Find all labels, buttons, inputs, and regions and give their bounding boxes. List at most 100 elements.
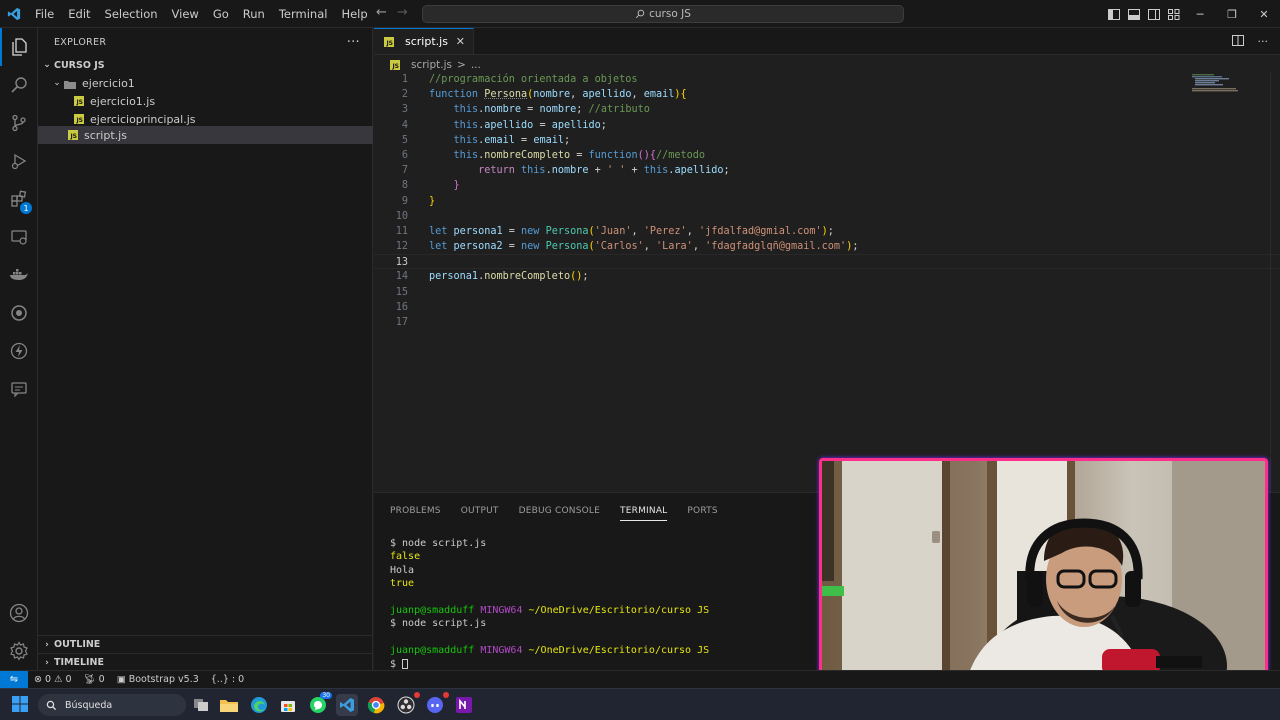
discord-badge-dot — [443, 692, 449, 698]
file-row-ejercicio1-js[interactable]: JS ejercicio1.js — [38, 92, 373, 110]
line-number: 12 — [395, 241, 408, 253]
navigation-arrows: ← → — [376, 5, 408, 20]
code-editor[interactable]: 1 //programación orientada a objetos 2 fun… — [374, 72, 1280, 330]
ports-status[interactable]: 📡︎ 0 — [78, 674, 111, 685]
code-line: this.nombreCompleto = function(){//metod… — [453, 149, 706, 161]
ports-count: 0 — [98, 674, 105, 685]
error-icon: ⊗ — [34, 674, 42, 685]
tab-output[interactable]: OUTPUT — [461, 506, 499, 516]
tab-terminal[interactable]: TERMINAL — [620, 506, 668, 521]
file-explorer-icon[interactable] — [218, 694, 240, 716]
windows-start-icon[interactable] — [12, 696, 28, 715]
timeline-section[interactable]: › TIMELINE — [38, 653, 373, 671]
customize-layout-icon[interactable] — [1164, 0, 1184, 28]
whatsapp-icon[interactable]: 30 — [307, 692, 332, 716]
onenote-icon[interactable] — [453, 694, 475, 716]
selection-status[interactable]: {..} : 0 — [205, 674, 250, 685]
bootstrap-status[interactable]: ▣ Bootstrap v5.3 — [111, 674, 205, 685]
menu-selection[interactable]: Selection — [98, 7, 165, 21]
search-sidebar-icon[interactable] — [0, 66, 38, 104]
extensions-icon[interactable]: 1 — [0, 180, 38, 218]
terminal-command: $ node script.js — [390, 538, 487, 549]
menu-file[interactable]: File — [28, 7, 61, 21]
menu-terminal[interactable]: Terminal — [272, 7, 335, 21]
edge-browser-icon[interactable] — [248, 694, 270, 716]
terminal-output[interactable]: $ node script.js false Hola true juanp@s… — [390, 537, 709, 671]
tab-debug-console[interactable]: DEBUG CONSOLE — [519, 506, 600, 516]
tab-problems[interactable]: PROBLEMS — [390, 506, 441, 516]
vscode-logo-icon — [0, 0, 28, 28]
menu-help[interactable]: Help — [334, 7, 374, 21]
thunder-client-icon[interactable] — [0, 332, 38, 370]
menu-edit[interactable]: Edit — [61, 7, 97, 21]
tab-ports[interactable]: PORTS — [687, 506, 717, 516]
workspace-root-row[interactable]: ⌄ CURSO JS — [38, 56, 373, 74]
line-number: 11 — [395, 225, 408, 237]
menu-go[interactable]: Go — [206, 7, 236, 21]
js-file-icon: JS — [384, 36, 394, 47]
breadcrumb-separator: > — [457, 59, 466, 71]
more-actions-icon[interactable]: ··· — [1258, 35, 1269, 49]
menu-run[interactable]: Run — [236, 7, 272, 21]
tab-label: script.js — [405, 35, 448, 48]
breadcrumb-file[interactable]: script.js — [411, 59, 452, 71]
line-number: 6 — [401, 149, 408, 161]
close-tab-icon[interactable]: ✕ — [456, 35, 465, 48]
folder-row-ejercicio1[interactable]: ⌄ ejercicio1 — [38, 74, 373, 92]
gitlens-icon[interactable] — [0, 294, 38, 332]
editor-scrollbar[interactable] — [1270, 72, 1280, 492]
back-arrow-icon[interactable]: ← — [376, 5, 387, 20]
run-debug-icon[interactable] — [0, 142, 38, 180]
code-line: this.nombre = nombre; //atributo — [453, 104, 650, 116]
toggle-panel-icon[interactable] — [1124, 0, 1144, 28]
source-control-icon[interactable] — [0, 104, 38, 142]
close-window-button[interactable]: ✕ — [1248, 0, 1280, 28]
file-row-script-js[interactable]: JS script.js — [38, 126, 373, 144]
line-number: 15 — [395, 286, 408, 298]
microsoft-store-icon[interactable] — [277, 694, 299, 716]
line-number: 3 — [401, 104, 408, 116]
terminal-shell: MINGW64 — [480, 645, 523, 657]
folder-label: ejercicio1 — [82, 76, 135, 90]
timeline-label: TIMELINE — [54, 657, 104, 668]
toggle-secondary-sidebar-icon[interactable] — [1144, 0, 1164, 28]
js-file-icon: JS — [74, 114, 84, 124]
chrome-icon[interactable] — [365, 694, 387, 716]
menu-view[interactable]: View — [165, 7, 206, 21]
terminal-path: ~/OneDrive/Escritorio/curso JS — [528, 604, 710, 616]
terminal-cursor — [402, 658, 409, 669]
outline-section[interactable]: › OUTLINE — [38, 635, 373, 653]
line-number: 14 — [395, 271, 408, 283]
minimap[interactable] — [1192, 74, 1240, 94]
command-center-search[interactable]: curso JS — [422, 5, 904, 23]
explorer-title: EXPLORER — [54, 36, 107, 48]
terminal-user: juanp@smadduff — [390, 604, 475, 616]
accounts-icon[interactable] — [0, 594, 38, 632]
obs-badge-dot — [414, 692, 420, 698]
live-share-icon[interactable] — [0, 370, 38, 408]
terminal-input-line[interactable]: $ — [390, 658, 709, 671]
toggle-sidebar-icon[interactable] — [1104, 0, 1124, 28]
breadcrumb-symbol[interactable]: ... — [471, 59, 481, 71]
obs-icon[interactable] — [395, 692, 420, 716]
explorer-more-actions-icon[interactable]: ··· — [347, 35, 360, 50]
explorer-icon[interactable] — [0, 28, 38, 66]
minimize-button[interactable]: ─ — [1184, 0, 1216, 28]
manage-gear-icon[interactable] — [0, 632, 38, 670]
task-view-icon[interactable] — [190, 694, 212, 716]
terminal-path: ~/OneDrive/Escritorio/curso JS — [528, 645, 710, 657]
terminal-blank — [390, 631, 709, 644]
vscode-taskbar-icon[interactable] — [336, 694, 358, 716]
maximize-button[interactable]: ❐ — [1216, 0, 1248, 28]
tab-script-js[interactable]: JS script.js ✕ — [374, 28, 474, 54]
split-editor-icon[interactable] — [1231, 35, 1244, 49]
remote-explorer-icon[interactable] — [0, 218, 38, 256]
problems-status[interactable]: ⊗ 0 ⚠ 0 — [28, 674, 78, 685]
error-count: 0 — [44, 674, 52, 685]
docker-icon[interactable] — [0, 256, 38, 294]
forward-arrow-icon[interactable]: → — [397, 5, 408, 20]
taskbar-search[interactable]: Búsqueda — [38, 694, 186, 716]
remote-indicator-icon[interactable]: ⇋ — [0, 670, 28, 689]
discord-icon[interactable] — [424, 692, 449, 716]
title-bar-actions: ─ ❐ ✕ — [1104, 0, 1280, 28]
